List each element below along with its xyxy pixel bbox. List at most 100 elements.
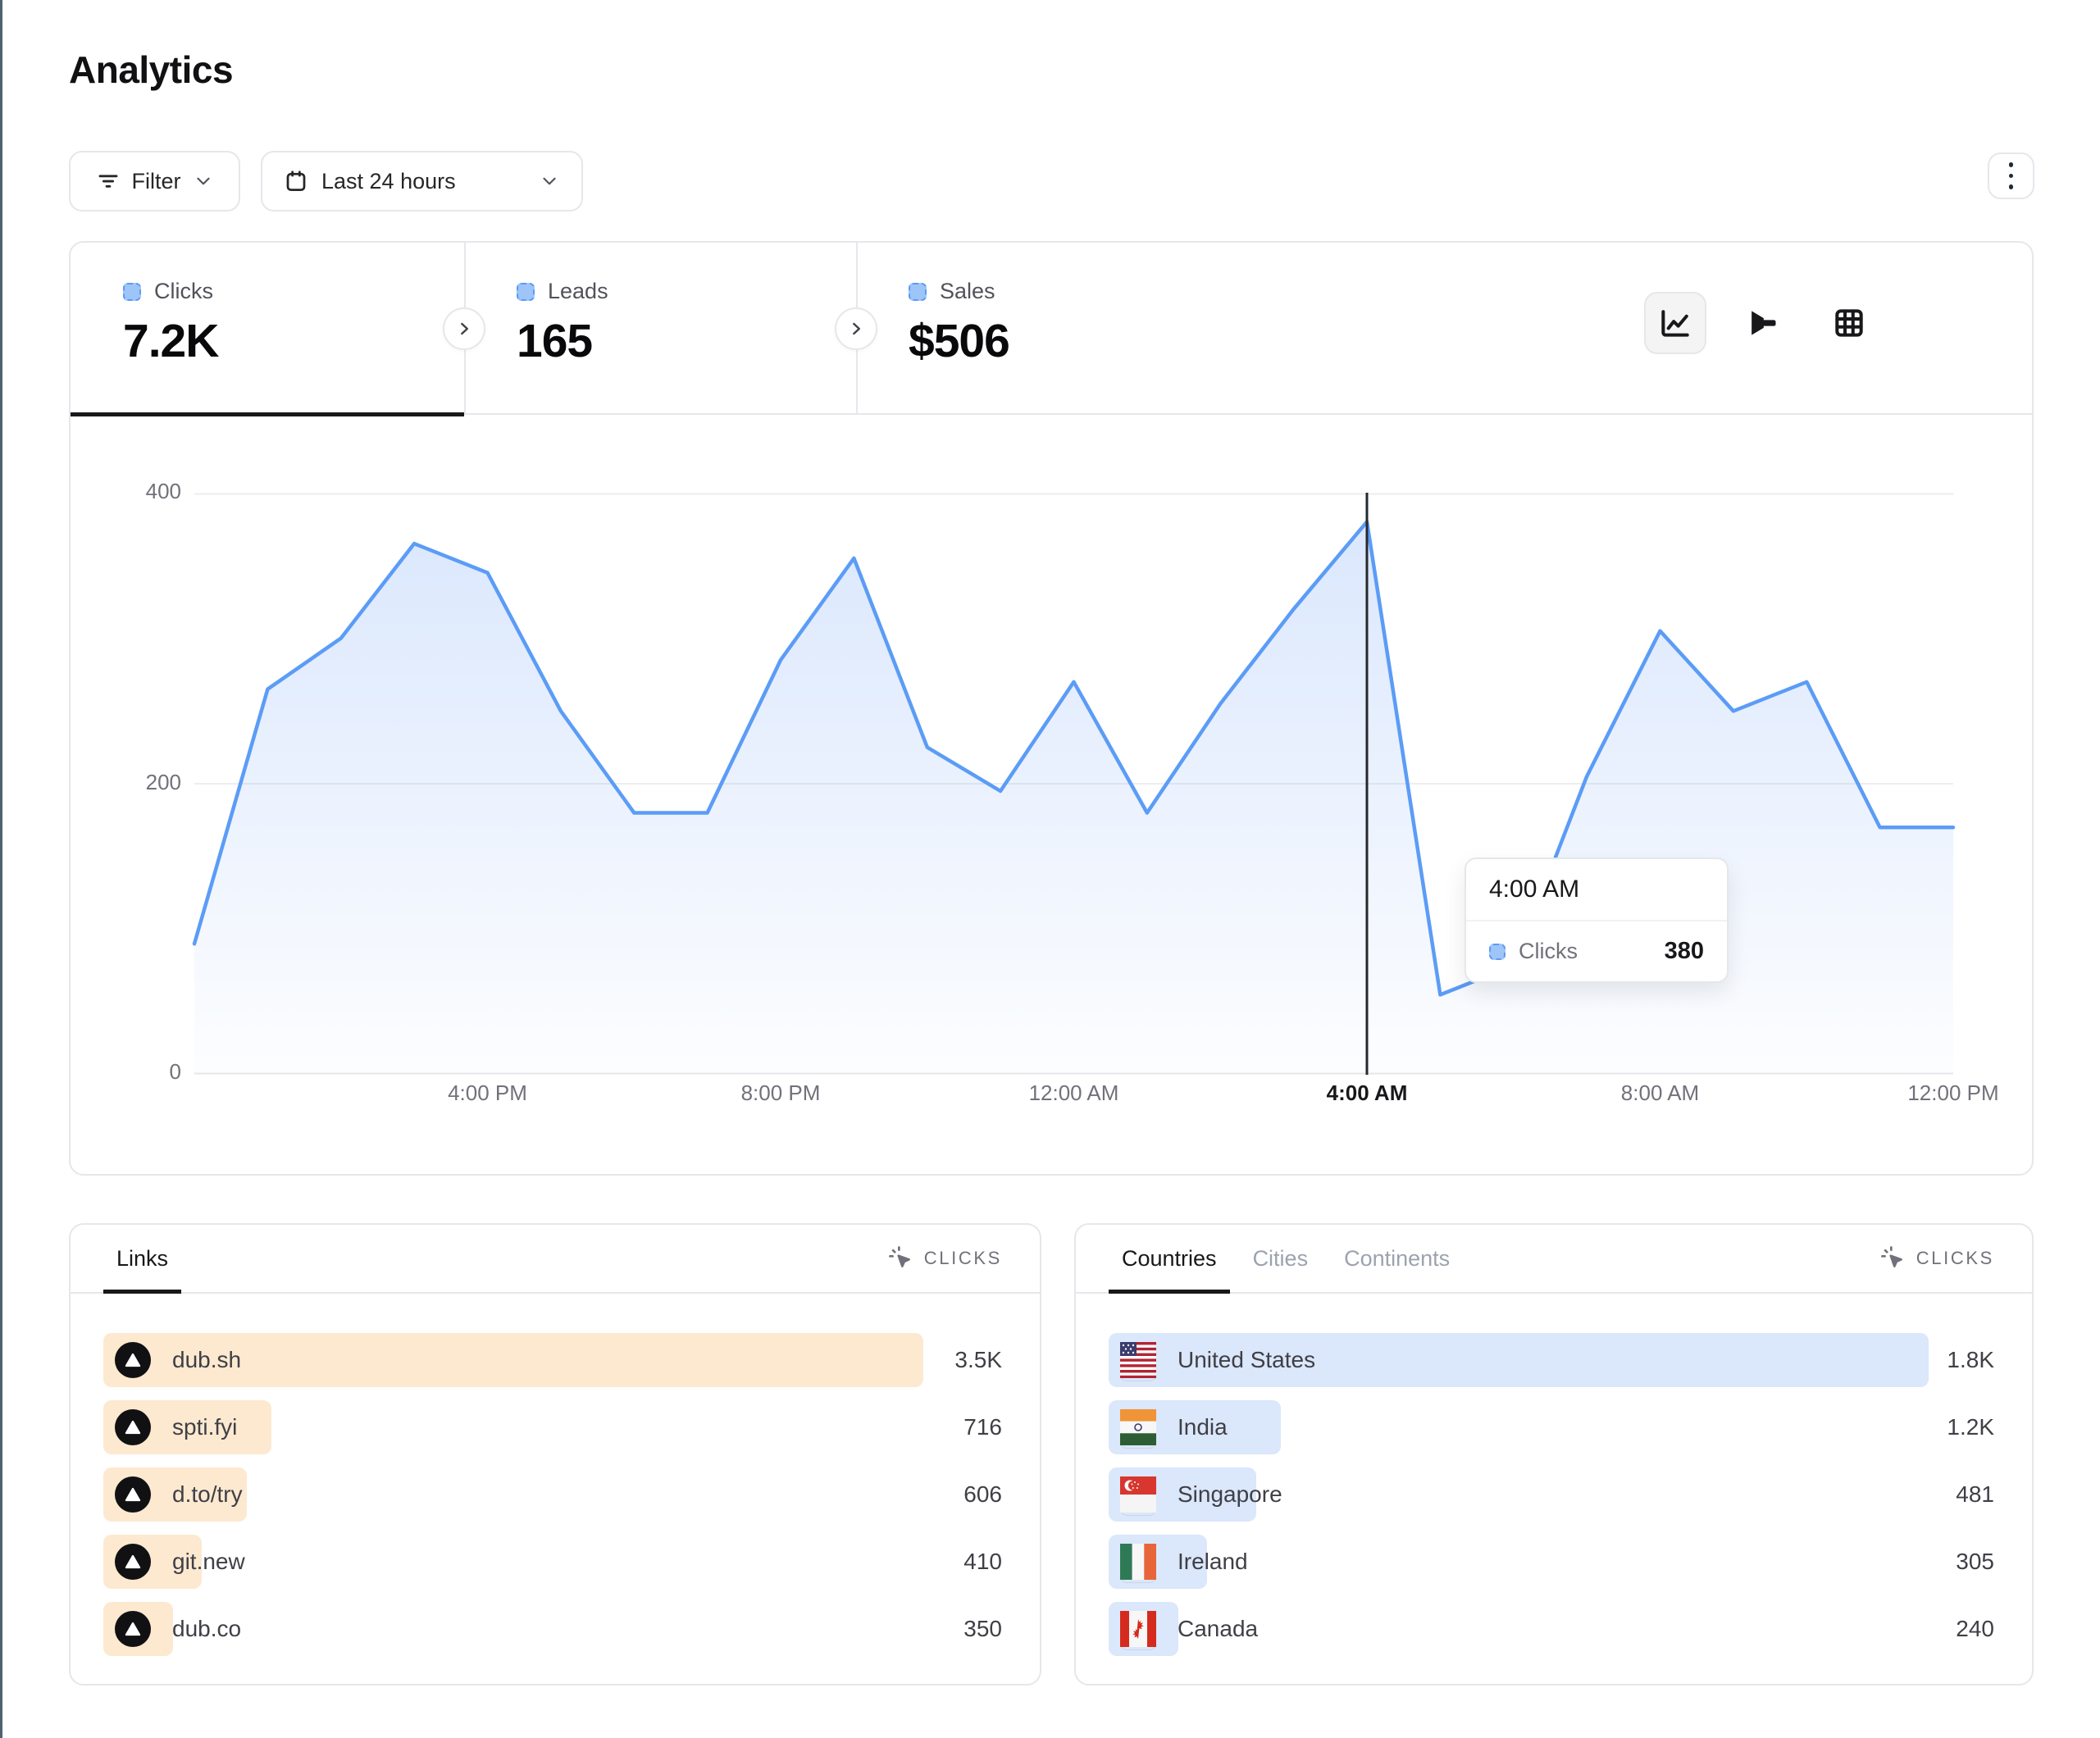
stat-value: 165 (517, 314, 858, 368)
expand-clicks-button[interactable] (443, 307, 485, 350)
stat-tabs-row: Clicks 7.2K Leads 165 (71, 243, 2032, 415)
clicks-legend-icon (123, 283, 141, 301)
row-label: Canada (1178, 1602, 1258, 1656)
x-axis-tick: 4:00 PM (448, 1081, 527, 1106)
links-panel: Links CLICKS dub.sh 3.5K spti.fyi 716 d.… (69, 1223, 1041, 1686)
tooltip-value: 380 (1665, 938, 1704, 965)
analytics-card: Clicks 7.2K Leads 165 (69, 241, 2034, 1176)
calendar-icon (284, 169, 308, 193)
links-panel-header: Links CLICKS (71, 1225, 1040, 1294)
dub-logo-icon (115, 1342, 151, 1378)
filter-button[interactable]: Filter (69, 151, 240, 212)
list-item[interactable]: dub.sh 3.5K (71, 1333, 1040, 1387)
list-item[interactable]: United States 1.8K (1076, 1333, 2032, 1387)
tab-clicks[interactable]: Clicks 7.2K (71, 243, 464, 415)
chevron-right-icon (453, 318, 475, 339)
analytics-page: Analytics Filter Last 24 hours C (0, 0, 2100, 1738)
row-icon (115, 1476, 151, 1513)
row-icon (1120, 1544, 1156, 1580)
flag-icon-in (1120, 1435, 1156, 1449)
list-item[interactable]: India 1.2K (1076, 1400, 2032, 1454)
tab-countries[interactable]: Countries (1122, 1225, 1217, 1292)
x-axis-tick: 12:00 PM (1907, 1081, 1998, 1106)
filter-button-label: Filter (132, 169, 181, 194)
flag-icon-us (1120, 1367, 1156, 1381)
table-view-button[interactable] (1818, 292, 1880, 354)
flag-icon-sg (1120, 1502, 1156, 1516)
list-item[interactable]: dub.co 350 (71, 1602, 1040, 1656)
row-icon (1120, 1342, 1156, 1378)
x-axis-tick: 4:00 AM (1327, 1081, 1408, 1106)
tab-leads[interactable]: Leads 165 (464, 243, 858, 415)
sales-legend-icon (909, 283, 927, 301)
row-value: 3.5K (954, 1333, 1002, 1387)
page-title: Analytics (69, 48, 233, 92)
row-value: 305 (1956, 1535, 1994, 1589)
countries-panel-header: Countries Cities Continents CLICKS (1076, 1225, 2032, 1294)
metric-label: CLICKS (924, 1248, 1002, 1269)
list-item[interactable]: Ireland 305 (1076, 1535, 2032, 1589)
flag-icon-ca (1120, 1636, 1156, 1650)
stat-value: 7.2K (123, 314, 464, 368)
row-value: 481 (1956, 1467, 1994, 1522)
more-options-button[interactable] (1988, 152, 2034, 199)
row-label: Singapore (1178, 1467, 1282, 1522)
row-label: Ireland (1178, 1535, 1248, 1589)
list-item[interactable]: d.to/try 606 (71, 1467, 1040, 1522)
window-edge-strip (0, 0, 2, 1738)
tooltip-series-label: Clicks (1519, 939, 1651, 964)
grid-table-icon (1831, 305, 1867, 341)
row-icon (115, 1544, 151, 1580)
y-axis-tick: 0 (124, 1059, 181, 1085)
clicks-legend-icon (1489, 944, 1506, 960)
row-icon (115, 1611, 151, 1647)
row-label: dub.sh (172, 1333, 241, 1387)
funnel-view-button[interactable] (1731, 292, 1793, 354)
row-label: spti.fyi (172, 1400, 237, 1454)
flag-icon-ie (1120, 1569, 1156, 1583)
date-range-label: Last 24 hours (321, 169, 456, 194)
x-axis-tick: 8:00 AM (1621, 1081, 1699, 1106)
expand-leads-button[interactable] (835, 307, 877, 350)
list-item[interactable]: Canada 240 (1076, 1602, 2032, 1656)
tab-sales[interactable]: Sales $506 (856, 243, 1250, 415)
row-icon (115, 1409, 151, 1445)
row-label: United States (1178, 1333, 1315, 1387)
links-metric-toggle[interactable]: CLICKS (888, 1245, 1002, 1272)
row-label: India (1178, 1400, 1228, 1454)
line-chart-view-button[interactable] (1644, 292, 1706, 354)
x-axis-tick: 12:00 AM (1029, 1081, 1119, 1106)
countries-list: United States 1.8K India 1.2K Singapore … (1076, 1333, 2032, 1669)
stat-value: $506 (909, 314, 1250, 368)
date-range-button[interactable]: Last 24 hours (261, 151, 583, 212)
row-value: 240 (1956, 1602, 1994, 1656)
stat-label: Sales (940, 279, 995, 304)
chart-view-switcher (1644, 292, 1880, 354)
tab-continents[interactable]: Continents (1344, 1225, 1450, 1292)
tab-cities[interactable]: Cities (1253, 1225, 1309, 1292)
stat-label: Clicks (154, 279, 213, 304)
cursor-click-icon (888, 1245, 914, 1272)
stat-label: Leads (548, 279, 608, 304)
list-item[interactable]: git.new 410 (71, 1535, 1040, 1589)
filter-icon (96, 169, 121, 193)
row-value: 716 (963, 1400, 1002, 1454)
list-item[interactable]: spti.fyi 716 (71, 1400, 1040, 1454)
funnel-icon (1744, 305, 1780, 341)
y-axis-tick: 200 (124, 770, 181, 795)
row-icon (1120, 1611, 1156, 1647)
chevron-down-icon (193, 171, 214, 192)
row-value: 606 (963, 1467, 1002, 1522)
row-icon (1120, 1409, 1156, 1445)
list-item[interactable]: Singapore 481 (1076, 1467, 2032, 1522)
countries-metric-toggle[interactable]: CLICKS (1880, 1245, 1994, 1272)
dub-logo-icon (115, 1611, 151, 1647)
y-axis-tick: 400 (124, 479, 181, 504)
tab-links[interactable]: Links (116, 1225, 168, 1292)
dub-logo-icon (115, 1476, 151, 1513)
leads-legend-icon (517, 283, 535, 301)
clicks-area-chart[interactable] (194, 493, 1953, 1075)
line-chart-icon (1657, 305, 1693, 341)
row-label: git.new (172, 1535, 245, 1589)
area-fill (194, 522, 1953, 1076)
